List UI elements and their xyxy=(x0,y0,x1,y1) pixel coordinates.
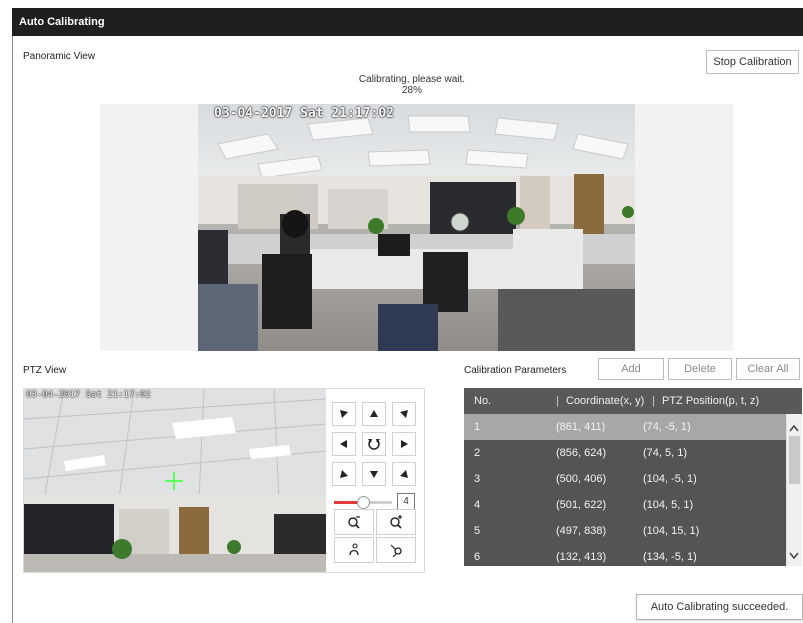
panoramic-view-label: Panoramic View xyxy=(23,51,96,62)
window-left-border xyxy=(12,36,13,623)
arrow-up-left-icon xyxy=(340,410,348,418)
stop-calibration-button[interactable]: Stop Calibration xyxy=(706,50,799,74)
arrow-up-icon xyxy=(370,410,378,417)
calibration-table-header: No. | Coordinate(x, y) | PTZ Position(p,… xyxy=(464,388,802,414)
add-button[interactable]: Add xyxy=(598,358,664,380)
pan-up-left-button[interactable] xyxy=(332,402,356,426)
ptz-office-scene xyxy=(24,389,326,572)
scrollbar-thumb[interactable] xyxy=(789,436,800,484)
tilt-up-button[interactable] xyxy=(362,402,386,426)
arrow-down-right-icon xyxy=(400,470,408,478)
ptz-speed-slider-thumb[interactable] xyxy=(356,496,370,509)
zoom-in-button[interactable] xyxy=(376,509,416,535)
row-ptz-position: (104, 15, 1) xyxy=(643,525,700,537)
row-no: 5 xyxy=(474,525,481,537)
pan-right-button[interactable] xyxy=(392,432,416,456)
arrow-down-icon xyxy=(370,471,378,478)
ptz-speed-value: 4 xyxy=(397,493,415,510)
clear-all-button[interactable]: Clear All xyxy=(736,358,800,380)
calibration-status-text: Calibrating, please wait. xyxy=(358,74,466,85)
table-row[interactable]: 3 (500, 406) (104, -5, 1) xyxy=(464,466,786,492)
pan-down-right-button[interactable] xyxy=(392,462,416,486)
ptz-osd-timestamp: 03-04-2017 Sat 21:17:02 xyxy=(26,390,151,400)
scroll-up-icon[interactable] xyxy=(787,422,802,434)
focus-near-icon xyxy=(349,543,359,556)
row-coordinate: (501, 622) xyxy=(556,499,607,511)
ptz-view-label: PTZ View xyxy=(23,365,67,376)
zoom-in-icon xyxy=(390,515,402,529)
row-ptz-position: (104, 5, 1) xyxy=(643,499,694,511)
auto-rotate-icon xyxy=(368,439,380,450)
tilt-down-button[interactable] xyxy=(362,462,386,486)
focus-near-button[interactable] xyxy=(334,537,374,563)
success-toast: Auto Calibrating succeeded. xyxy=(636,594,803,620)
row-no: 3 xyxy=(474,473,481,485)
row-no: 2 xyxy=(474,447,481,459)
pan-down-left-button[interactable] xyxy=(332,462,356,486)
row-ptz-position: (74, -5, 1) xyxy=(643,421,691,433)
row-coordinate: (856, 624) xyxy=(556,447,607,459)
window-title: Auto Calibrating xyxy=(19,16,105,28)
window-title-bar: Auto Calibrating xyxy=(12,8,803,36)
arrow-up-right-icon xyxy=(400,410,408,418)
row-coordinate: (500, 406) xyxy=(556,473,607,485)
panoramic-osd-timestamp: 03-04-2017 Sat 21:17:02 xyxy=(214,106,395,121)
row-no: 4 xyxy=(474,499,481,511)
calibration-table: No. | Coordinate(x, y) | PTZ Position(p,… xyxy=(464,388,802,566)
focus-far-icon xyxy=(390,544,402,557)
zoom-out-icon xyxy=(348,516,360,529)
calibration-table-scrollbar[interactable] xyxy=(786,414,802,566)
table-row[interactable]: 4 (501, 622) (104, 5, 1) xyxy=(464,492,786,518)
panoramic-camera-feed[interactable]: 03-04-2017 Sat 21:17:02 xyxy=(198,104,635,351)
row-no: 6 xyxy=(474,551,481,563)
table-row[interactable]: 5 (497, 838) (104, 15, 1) xyxy=(464,518,786,544)
delete-button[interactable]: Delete xyxy=(668,358,732,380)
table-row[interactable]: 1 (861, 411) (74, -5, 1) xyxy=(464,414,786,440)
table-row[interactable]: 2 (856, 624) (74, 5, 1) xyxy=(464,440,786,466)
row-coordinate: (861, 411) xyxy=(556,421,606,433)
column-header-ptz-position: PTZ Position(p, t, z) xyxy=(662,395,760,407)
scroll-down-icon[interactable] xyxy=(787,550,802,562)
table-row[interactable]: 6 (132, 413) (134, -5, 1) xyxy=(464,544,786,566)
column-divider: | xyxy=(556,395,559,407)
arrow-right-icon xyxy=(401,440,408,448)
focus-far-button[interactable] xyxy=(376,537,416,563)
ptz-camera-feed[interactable]: 03-04-2017 Sat 21:17:02 xyxy=(24,389,326,572)
column-header-coordinate: Coordinate(x, y) xyxy=(566,395,645,407)
panoramic-office-scene xyxy=(198,104,635,351)
row-ptz-position: (104, -5, 1) xyxy=(643,473,697,485)
calibration-parameters-label: Calibration Parameters xyxy=(464,365,567,376)
arrow-down-left-icon xyxy=(340,470,348,478)
column-header-no: No. xyxy=(474,395,492,407)
calibration-progress-percent: 28% xyxy=(401,85,422,96)
auto-rotate-button[interactable] xyxy=(362,432,386,456)
calibration-status: Calibrating, please wait. 28% xyxy=(300,74,524,96)
row-coordinate: (132, 413) xyxy=(556,551,607,563)
row-coordinate: (497, 838) xyxy=(556,525,607,537)
row-ptz-position: (74, 5, 1) xyxy=(643,447,688,459)
pan-up-right-button[interactable] xyxy=(392,402,416,426)
zoom-out-button[interactable] xyxy=(334,509,374,535)
arrow-left-icon xyxy=(340,440,347,448)
row-ptz-position: (134, -5, 1) xyxy=(643,551,697,563)
column-divider: | xyxy=(652,395,655,407)
row-no: 1 xyxy=(474,421,481,433)
pan-left-button[interactable] xyxy=(332,432,356,456)
